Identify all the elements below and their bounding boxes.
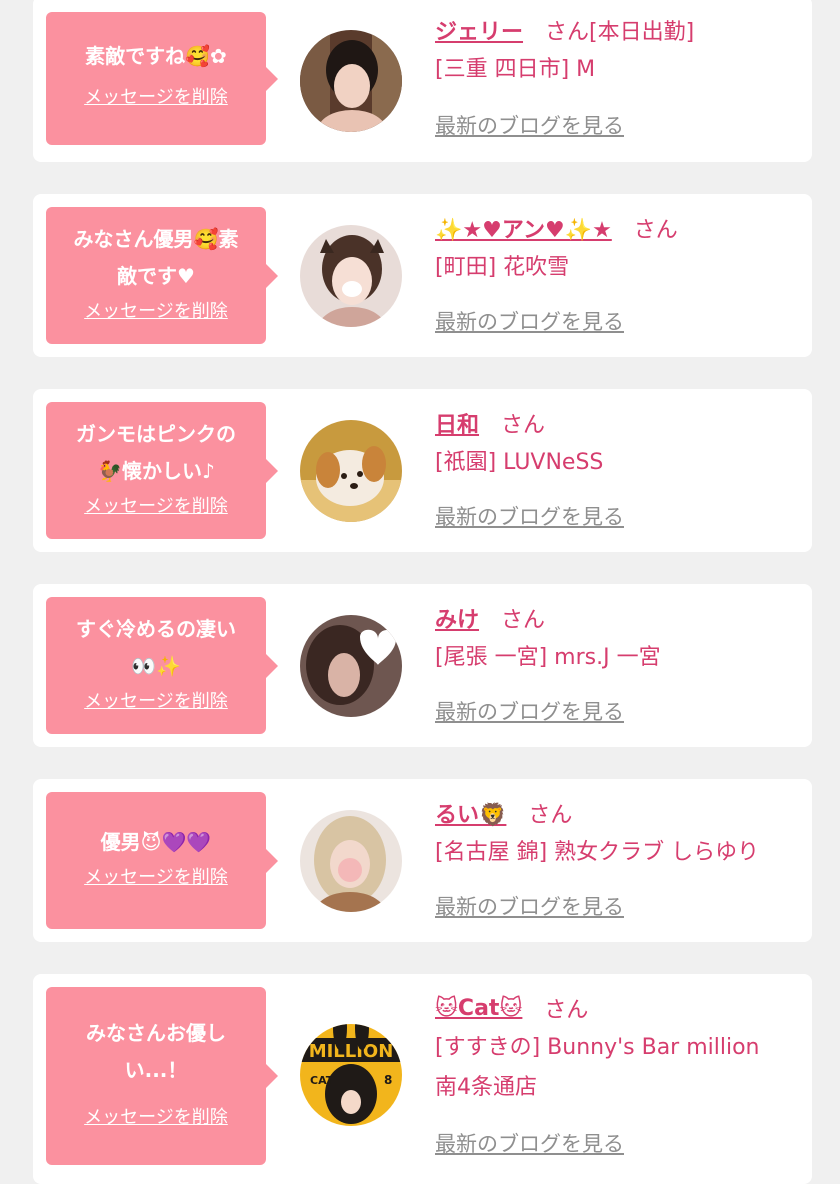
cast-name-link[interactable]: 日和: [435, 407, 479, 439]
message-text: 素敵ですね🥰✿: [85, 44, 227, 68]
delete-message-link[interactable]: メッセージを削除: [84, 297, 228, 323]
delete-message-link[interactable]: メッセージを削除: [84, 83, 228, 109]
shop-info: [祇園] LUVNeSS: [435, 450, 604, 475]
cast-suffix: さん: [544, 998, 589, 1023]
message-text: みなさんお優し い...！: [86, 1021, 226, 1082]
cast-suffix: さん: [633, 218, 678, 243]
shop-info: [すすきの] Bunny's Bar million 南4条通店: [435, 1035, 760, 1100]
list-item: すぐ冷めるの凄い 👀✨ メッセージを削除 みけ さん [尾張 一宮] mrs.J…: [33, 584, 812, 747]
shop-info: [尾張 一宮] mrs.J 一宮: [435, 645, 661, 670]
avatar[interactable]: [300, 615, 402, 717]
svg-text:MILLION: MILLION: [309, 1041, 394, 1062]
message-bubble: すぐ冷めるの凄い 👀✨ メッセージを削除: [46, 597, 278, 734]
cast-name-link[interactable]: ジェリー: [435, 14, 523, 46]
message-bubble: みなさんお優し い...！ メッセージを削除: [46, 987, 278, 1165]
list-item: ガンモはピンクの 🐓懐かしい♪ メッセージを削除 日和 さん [祇園] LUVN…: [33, 389, 812, 552]
list-item: みなさん優男🥰素 敵です♥ メッセージを削除 ✨★♥アン♥✨★ さん [町田] …: [33, 194, 812, 357]
message-bubble: ガンモはピンクの 🐓懐かしい♪ メッセージを削除: [46, 402, 278, 539]
latest-blog-link[interactable]: 最新のブログを見る: [435, 891, 624, 921]
list-item: みなさんお優し い...！ メッセージを削除 MILLION CAT 8 🐱Ca…: [33, 974, 812, 1184]
message-text: ガンモはピンクの 🐓懐かしい♪: [76, 422, 236, 483]
delete-message-link[interactable]: メッセージを削除: [84, 863, 228, 889]
cast-suffix: さん: [501, 413, 546, 438]
delete-message-link[interactable]: メッセージを削除: [84, 492, 228, 518]
message-bubble: みなさん優男🥰素 敵です♥ メッセージを削除: [46, 207, 278, 344]
latest-blog-link[interactable]: 最新のブログを見る: [435, 1128, 624, 1158]
cast-info: 🐱Cat🐱 さん [すすきの] Bunny's Bar million 南4条通…: [435, 988, 802, 1157]
message-text: みなさん優男🥰素 敵です♥: [73, 227, 239, 288]
cast-name-link[interactable]: ✨★♥アン♥✨★: [435, 212, 612, 244]
shop-info: [町田] 花吹雪: [435, 255, 570, 280]
message-text: すぐ冷めるの凄い 👀✨: [76, 617, 236, 678]
message-bubble: 素敵ですね🥰✿ メッセージを削除: [46, 12, 278, 145]
delete-message-link[interactable]: メッセージを削除: [84, 1103, 228, 1129]
cast-name-link[interactable]: みけ: [435, 602, 479, 634]
cast-suffix: さん: [528, 803, 573, 828]
avatar[interactable]: [300, 30, 402, 132]
latest-blog-link[interactable]: 最新のブログを見る: [435, 306, 624, 336]
message-bubble: 優男😈💜💜 メッセージを削除: [46, 792, 278, 929]
list-item: 素敵ですね🥰✿ メッセージを削除 ジェリー さん[本日出勤] [三重 四日市] …: [33, 0, 812, 162]
cast-suffix: さん: [501, 608, 546, 633]
cast-info: るい🦁 さん [名古屋 錦] 熟女クラブ しらゆり 最新のブログを見る: [435, 793, 802, 919]
avatar[interactable]: [300, 420, 402, 522]
list-item: 優男😈💜💜 メッセージを削除 るい🦁 さん [名古屋 錦] 熟女クラブ しらゆり…: [33, 779, 812, 942]
cast-info: みけ さん [尾張 一宮] mrs.J 一宮 最新のブログを見る: [435, 598, 802, 724]
cast-suffix: さん[本日出勤]: [545, 20, 695, 45]
shop-info: [三重 四日市] M: [435, 57, 596, 82]
cast-info: 日和 さん [祇園] LUVNeSS 最新のブログを見る: [435, 403, 802, 529]
svg-text:8: 8: [384, 1073, 392, 1087]
avatar[interactable]: MILLION CAT 8: [300, 1024, 402, 1126]
latest-blog-link[interactable]: 最新のブログを見る: [435, 110, 624, 140]
shop-info: [名古屋 錦] 熟女クラブ しらゆり: [435, 840, 760, 865]
avatar[interactable]: [300, 810, 402, 912]
cast-info: ジェリー さん[本日出勤] [三重 四日市] M 最新のブログを見る: [435, 10, 802, 138]
message-list: 素敵ですね🥰✿ メッセージを削除 ジェリー さん[本日出勤] [三重 四日市] …: [0, 0, 840, 1184]
latest-blog-link[interactable]: 最新のブログを見る: [435, 501, 624, 531]
cast-name-link[interactable]: 🐱Cat🐱: [435, 996, 522, 1021]
latest-blog-link[interactable]: 最新のブログを見る: [435, 696, 624, 726]
delete-message-link[interactable]: メッセージを削除: [84, 687, 228, 713]
cast-info: ✨★♥アン♥✨★ さん [町田] 花吹雪 最新のブログを見る: [435, 208, 802, 334]
cast-name-link[interactable]: るい🦁: [435, 797, 506, 829]
message-text: 優男😈💜💜: [100, 830, 212, 854]
svg-text:CAT: CAT: [310, 1074, 334, 1087]
avatar[interactable]: [300, 225, 402, 327]
